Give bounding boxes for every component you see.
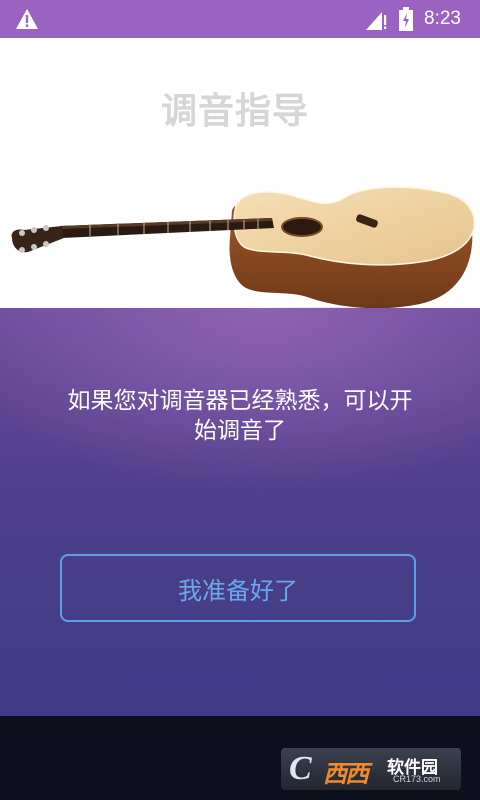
signal-icon [366,12,387,30]
battery-icon [399,7,413,31]
header-area: 调音指导 [0,38,480,323]
main-panel: 如果您对调音器已经熟悉，可以开始调音了 我准备好了 [0,308,480,716]
page-title: 调音指导 [160,91,309,132]
warning-icon [16,9,38,29]
clock: 8:23 [424,8,461,29]
ready-message: 如果您对调音器已经熟悉，可以开始调音了 [67,388,413,444]
ready-button[interactable]: 我准备好了 [60,554,416,622]
status-bar: 8:23 [0,0,480,38]
watermark-domain: CR173.com [393,774,441,784]
watermark-mark: 西西 [323,760,369,788]
watermark-logo: C 西西 软件园 CR173.com [281,748,461,790]
guitar-image [11,186,480,323]
watermark-letter: C [289,750,312,787]
